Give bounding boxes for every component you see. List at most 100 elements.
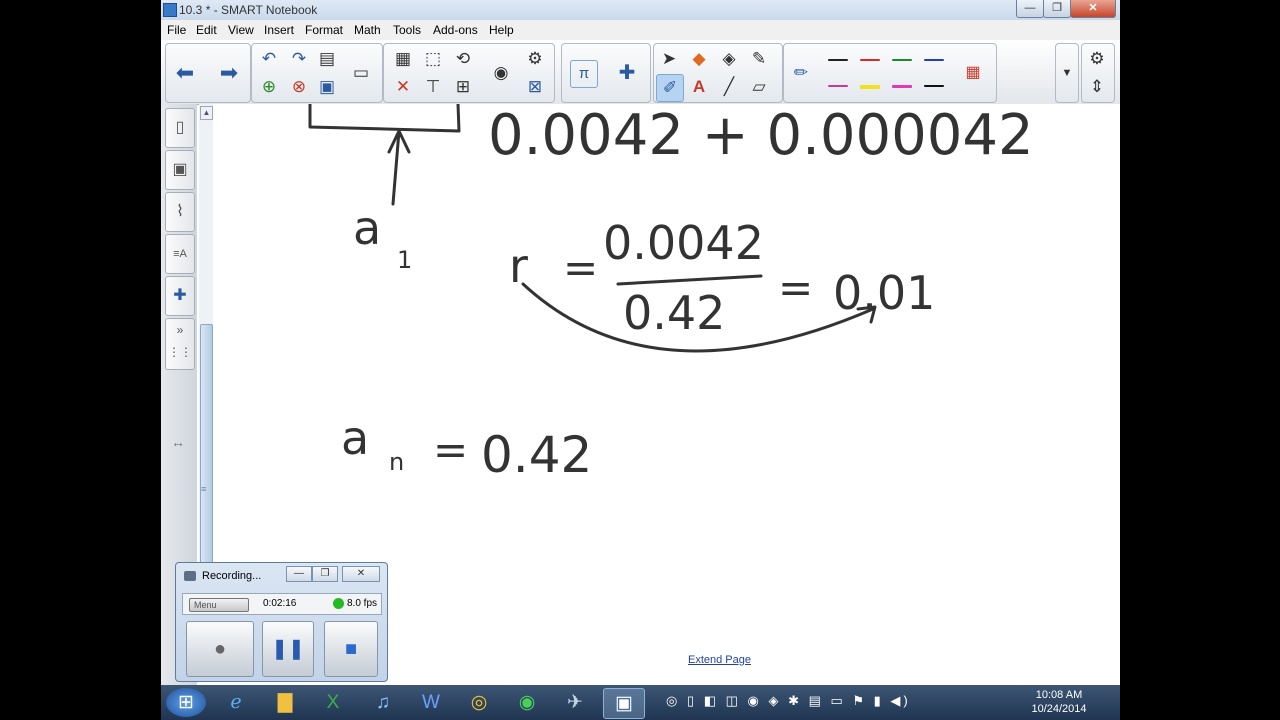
pen-style-1[interactable] (824, 48, 852, 72)
system-tray-icons[interactable]: ◎ ▯ ◧ ◫ ◉ ◈ ✱ ▤ ▭ ⚑ ▮ ◀) (666, 693, 911, 709)
magic-pen-icon[interactable]: ✎ (746, 46, 772, 72)
recorder-app-icon[interactable]: ✈ (555, 688, 595, 717)
pause-button[interactable]: ❚❚ (262, 621, 314, 677)
edit-group: ↶ ↷ ▤ ⊕ ⊗ ▣ ▭ (251, 43, 383, 103)
color-palette-icon[interactable]: ▦ (960, 60, 986, 86)
vertical-scrollbar[interactable]: ▲ ≡ (199, 104, 213, 566)
save-icon[interactable]: ▣ (314, 74, 340, 100)
screen-fit-icon[interactable]: ⊠ (522, 74, 548, 100)
attachments-tab[interactable]: ⌇ (165, 192, 195, 232)
pen-style-5[interactable] (824, 74, 852, 98)
pen-swatch-icon (892, 85, 912, 88)
properties-tab[interactable]: ≡A (165, 234, 195, 274)
maximize-button[interactable]: ❐ (1043, 0, 1071, 18)
minimize-button[interactable]: — (1016, 0, 1044, 18)
windows-taskbar: ⊞ ℯ ▇ X ♫ W ◎ ◉ ✈ ▣ ◎ ▯ ◧ ◫ ◉ ◈ ✱ ▤ ▭ ⚑ … (161, 685, 1120, 720)
text-icon[interactable]: A (686, 74, 712, 100)
move-toolbar-icon[interactable]: ⇕ (1084, 74, 1110, 100)
menu-edit[interactable]: Edit (196, 23, 217, 37)
ratio-denominator: 0.42 (623, 286, 725, 340)
pen-swatch-icon (924, 59, 944, 61)
pen-style-4[interactable] (920, 48, 948, 72)
menu-help[interactable]: Help (489, 23, 514, 37)
close-button[interactable]: ✕ (1070, 0, 1116, 18)
menu-view[interactable]: View (228, 23, 254, 37)
menu-file[interactable]: File (167, 23, 186, 37)
gear-icon[interactable]: ⚙ (1084, 46, 1110, 72)
eraser-icon[interactable]: ▱ (746, 74, 772, 100)
menu-insert[interactable]: Insert (264, 23, 294, 37)
ratio-numerator: 0.0042 (603, 216, 764, 270)
show-hide-screen-icon[interactable]: ⊤ (420, 74, 446, 100)
pen-style-8[interactable] (920, 74, 948, 98)
resize-arrows-icon[interactable]: ↔ (171, 434, 185, 450)
pen-swatch-icon (828, 85, 848, 87)
menu-format[interactable]: Format (305, 23, 343, 37)
top-terms-text: 0.0042 + 0.000042 (488, 104, 1034, 168)
select-pointer-icon[interactable]: ➤ (656, 46, 682, 72)
excel-icon[interactable]: X (313, 688, 353, 717)
document-camera-icon[interactable]: ◉ (488, 60, 514, 86)
internet-explorer-icon[interactable]: ℯ (216, 688, 256, 717)
smart-notebook-taskbar-icon[interactable]: ▣ (603, 688, 645, 719)
pen-style-3[interactable] (888, 48, 916, 72)
system-clock[interactable]: 10:08 AM 10/24/2014 (1029, 688, 1089, 716)
addons-puzzle-icon[interactable]: ✚ (614, 60, 640, 86)
clock-date: 10/24/2014 (1031, 703, 1087, 715)
stop-square-icon: ■ (344, 638, 358, 660)
extend-page-link[interactable]: Extend Page (688, 654, 751, 666)
pen-style-7[interactable] (888, 74, 916, 98)
chrome-icon[interactable]: ◎ (459, 688, 499, 717)
word-icon[interactable]: W (411, 688, 451, 717)
recording-status-icon (333, 598, 344, 609)
page-sorter-tab[interactable]: ▯ (165, 108, 195, 148)
recorder-elapsed-time: 0:02:16 (263, 598, 297, 609)
stop-button[interactable]: ■ (324, 621, 378, 677)
screen-shade-icon[interactable]: ▭ (348, 60, 374, 86)
menu-math[interactable]: Math (354, 23, 381, 37)
addons-tab[interactable]: ✚ (165, 276, 195, 316)
menu-addons[interactable]: Add-ons (433, 23, 478, 37)
insert-table-icon[interactable]: ⊞ (450, 74, 476, 100)
pen-style-2[interactable] (856, 48, 884, 72)
spotify-icon[interactable]: ◉ (507, 688, 547, 717)
pen-style-6[interactable] (856, 74, 884, 98)
pen-properties-icon[interactable]: ✏ (788, 60, 814, 86)
record-button[interactable]: ● (186, 621, 254, 677)
toolbar-settings-group: ⚙ ⇕ (1081, 43, 1115, 103)
pens-icon[interactable]: ✐ (656, 74, 684, 102)
recorder-menu-button[interactable]: Menu (189, 598, 249, 612)
recorder-minimize-button[interactable]: — (286, 566, 312, 582)
scroll-thumb[interactable] (200, 324, 213, 566)
eraser-fill-icon[interactable]: ◈ (716, 46, 742, 72)
toolbar-dropdown[interactable]: ▼ (1055, 43, 1079, 103)
math-tools-icon[interactable]: π (570, 60, 598, 88)
rotate-icon[interactable]: ⟲ (450, 46, 476, 72)
responder-icon[interactable]: ⚙ (522, 46, 548, 72)
delete-page-icon[interactable]: ⊗ (286, 74, 312, 100)
redo-icon[interactable]: ↷ (286, 46, 312, 72)
menu-tools[interactable]: Tools (393, 23, 421, 37)
scroll-up-icon[interactable]: ▲ (200, 106, 213, 120)
shapes-icon[interactable]: ◆ (686, 46, 712, 72)
itunes-icon[interactable]: ♫ (363, 688, 403, 717)
next-page-icon[interactable]: ➡ (216, 60, 242, 86)
previous-page-icon[interactable]: ⬅ (172, 60, 198, 86)
gallery-tab[interactable]: ▣ (165, 150, 195, 190)
open-file-icon[interactable]: ▤ (314, 46, 340, 72)
undo-icon[interactable]: ↶ (256, 46, 282, 72)
screen-capture-icon[interactable]: ⬚ (420, 46, 446, 72)
pen-swatch-icon (860, 59, 880, 61)
file-explorer-icon[interactable]: ▇ (265, 688, 305, 717)
recorder-restore-button[interactable]: ❐ (312, 566, 338, 582)
add-page-icon[interactable]: ⊕ (256, 74, 282, 100)
first-term-subscript: 1 (397, 246, 412, 274)
start-button[interactable]: ⊞ (166, 688, 206, 717)
delete-icon[interactable]: ✕ (390, 74, 416, 100)
line-icon[interactable]: ╱ (716, 74, 742, 100)
expand-tabs-button[interactable]: » ⋮⋮ (165, 318, 195, 370)
recorder-close-button[interactable]: ✕ (342, 566, 380, 582)
paste-icon[interactable]: ▦ (390, 46, 416, 72)
ratio-result: 0.01 (833, 266, 935, 320)
menu-bar: File Edit View Insert Format Math Tools … (161, 20, 1120, 40)
